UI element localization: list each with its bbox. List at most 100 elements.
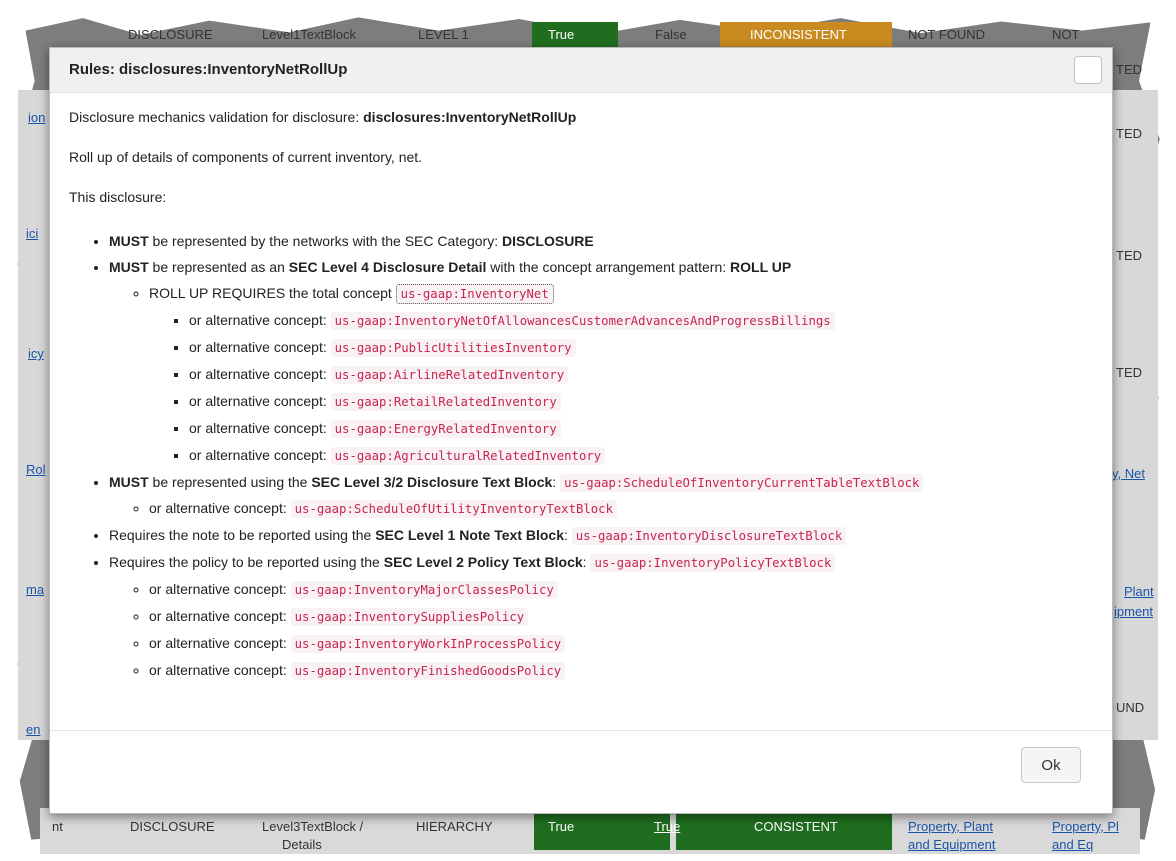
bg-left-5: ma [26, 582, 45, 597]
colon: : [552, 474, 561, 490]
rules-dialog: Rules: disclosures:InventoryNetRollUp Di… [49, 47, 1113, 814]
bg-left-column [18, 90, 50, 740]
alt-concept-code[interactable]: us-gaap:InventoryWorkInProcessPolicy [290, 635, 566, 653]
policy-concept-code[interactable]: us-gaap:InventoryPolicyTextBlock [590, 554, 836, 572]
this-disclosure-label: This disclosure: [69, 189, 167, 205]
level-value: SEC Level 1 Note Text Block [375, 527, 564, 543]
rule-note: Requires the note to be reported using t… [109, 522, 1100, 549]
alt-concept-code[interactable]: us-gaap:RetailRelatedInventory [330, 393, 561, 411]
bg-bottom-hierarchy: HIERARCHY [416, 819, 493, 834]
rule-text: Requires the policy to be reported using… [109, 554, 384, 570]
alt-concept-code[interactable]: us-gaap:EnergyRelatedInventory [330, 420, 561, 438]
bg-left-6: en [26, 722, 41, 737]
bg-top-not: NOT [1052, 27, 1080, 42]
bg-left-2: ici [26, 226, 39, 241]
alt-concept-code[interactable]: us-gaap:InventorySuppliesPolicy [290, 608, 529, 626]
rollup-alternative: or alternative concept: us-gaap:Agricult… [189, 442, 1100, 469]
policy-alternative: or alternative concept: us-gaap:Inventor… [149, 657, 1100, 684]
text-block-alternative: or alternative concept: us-gaap:Schedule… [149, 495, 1100, 522]
rule-text-block: MUST be represented using the SEC Level … [109, 469, 1100, 522]
pattern-value: ROLL UP [730, 259, 792, 275]
bg-top-level1: LEVEL 1 [418, 27, 469, 42]
policy-alternatives-list: or alternative concept: us-gaap:Inventor… [109, 576, 1100, 684]
rollup-alternative: or alternative concept: us-gaap:AirlineR… [189, 361, 1100, 388]
must-label: MUST [109, 233, 149, 249]
rule-text: be represented as an [148, 259, 289, 275]
dialog-header: Rules: disclosures:InventoryNetRollUp [50, 48, 1112, 93]
rule-category: MUST be represented by the networks with… [109, 228, 1100, 254]
bg-right-ted-4: TED [1116, 365, 1142, 380]
alt-label: or alternative concept: [149, 500, 287, 516]
alt-label: or alternative concept: [149, 581, 287, 597]
colon: : [564, 527, 572, 543]
rule-text: be represented by the networks with the … [148, 233, 502, 249]
note-concept-code[interactable]: us-gaap:InventoryDisclosureTextBlock [571, 527, 847, 545]
alt-label: or alternative concept: [149, 662, 287, 678]
bg-top-disclosure: DISCLOSURE [128, 27, 213, 42]
description: Roll up of details of components of curr… [69, 149, 423, 165]
alt-concept-code[interactable]: us-gaap:AgriculturalRelatedInventory [330, 447, 606, 465]
alt-label: or alternative concept: [189, 393, 327, 409]
bg-bottom-property-1: Property, Plant [908, 819, 994, 834]
rollup-alternative: or alternative concept: us-gaap:Inventor… [189, 307, 1100, 334]
text-block-concept-code[interactable]: us-gaap:ScheduleOfInventoryCurrentTableT… [560, 474, 924, 492]
alt-concept-code[interactable]: us-gaap:InventoryMajorClassesPolicy [290, 581, 558, 599]
bg-bottom-true-1: True [548, 819, 575, 834]
alt-concept-code[interactable]: us-gaap:InventoryNetOfAllowancesCustomer… [330, 312, 835, 330]
bg-bottom-details: Details [282, 837, 322, 852]
rollup-text: ROLL UP REQUIRES the total concept [149, 285, 396, 301]
alt-label: or alternative concept: [149, 635, 287, 651]
bg-top-true: True [548, 27, 575, 42]
bg-bottom-nt: nt [52, 819, 63, 834]
alt-label: or alternative concept: [189, 447, 327, 463]
total-concept-code[interactable]: us-gaap:InventoryNet [395, 284, 554, 304]
dialog-title: Rules: disclosures:InventoryNetRollUp [69, 61, 348, 78]
bg-top-false: False [655, 27, 687, 42]
bg-left-3: icy [28, 346, 44, 361]
bg-bottom-consistent: CONSISTENT [754, 819, 838, 834]
rule-text: Requires the note to be reported using t… [109, 527, 376, 543]
must-label: MUST [109, 474, 149, 490]
level-value: SEC Level 3/2 Disclosure Text Block [311, 474, 553, 490]
alt-concept-code[interactable]: us-gaap:ScheduleOfUtilityInventoryTextBl… [290, 500, 617, 518]
intro-line: Disclosure mechanics validation for disc… [69, 107, 1100, 127]
bg-right-und: UND [1116, 700, 1145, 715]
level-value: SEC Level 4 Disclosure Detail [288, 259, 487, 275]
bg-left-4: Rol [26, 462, 46, 477]
bg-bottom-true-2: True [654, 819, 681, 834]
bg-top-level1textblock: Level1TextBlock [262, 27, 356, 42]
rule-text: with the concept arrangement pattern: [486, 259, 731, 275]
bg-right-plant: Plant [1124, 584, 1154, 599]
rollup-list: ROLL UP REQUIRES the total concept us-ga… [109, 280, 1100, 469]
level-value: SEC Level 2 Policy Text Block [383, 554, 583, 570]
rollup-alternative: or alternative concept: us-gaap:PublicUt… [189, 334, 1100, 361]
bg-bottom-equipment-1: and Equipment [908, 837, 996, 852]
intro-prefix: Disclosure mechanics validation for disc… [69, 109, 364, 125]
ok-button[interactable]: Ok [1021, 747, 1081, 783]
close-button[interactable] [1074, 56, 1102, 84]
bg-left-1: ion [28, 110, 46, 125]
bg-right-column [1108, 90, 1158, 740]
alt-label: or alternative concept: [189, 366, 327, 382]
policy-alternative: or alternative concept: us-gaap:Inventor… [149, 603, 1100, 630]
bg-bottom-disclosure: DISCLOSURE [130, 819, 215, 834]
alt-concept-code[interactable]: us-gaap:InventoryFinishedGoodsPolicy [290, 662, 566, 680]
bg-bottom-property-2: Property, Pl [1052, 819, 1119, 834]
rollup-alternatives-list: or alternative concept: us-gaap:Inventor… [149, 307, 1100, 469]
bg-right-ted-3: TED [1116, 248, 1142, 263]
alt-concept-code[interactable]: us-gaap:PublicUtilitiesInventory [330, 339, 576, 357]
bg-bottom-level3: Level3TextBlock / [262, 819, 364, 834]
alt-label: or alternative concept: [189, 312, 327, 328]
dialog-footer: Ok [50, 730, 1112, 813]
rollup-requirement: ROLL UP REQUIRES the total concept us-ga… [149, 280, 1100, 469]
dialog-body: Disclosure mechanics validation for disc… [69, 107, 1100, 684]
policy-alternative: or alternative concept: us-gaap:Inventor… [149, 576, 1100, 603]
rule-policy: Requires the policy to be reported using… [109, 549, 1100, 684]
bg-right-ted-2: TED [1116, 126, 1142, 141]
bg-top-notfound: NOT FOUND [908, 27, 986, 42]
alt-concept-code[interactable]: us-gaap:AirlineRelatedInventory [330, 366, 569, 384]
policy-alternative: or alternative concept: us-gaap:Inventor… [149, 630, 1100, 657]
bg-right-net: y, Net [1112, 466, 1145, 481]
rule-text: be represented using the [148, 474, 312, 490]
rules-list: MUST be represented by the networks with… [69, 228, 1100, 684]
